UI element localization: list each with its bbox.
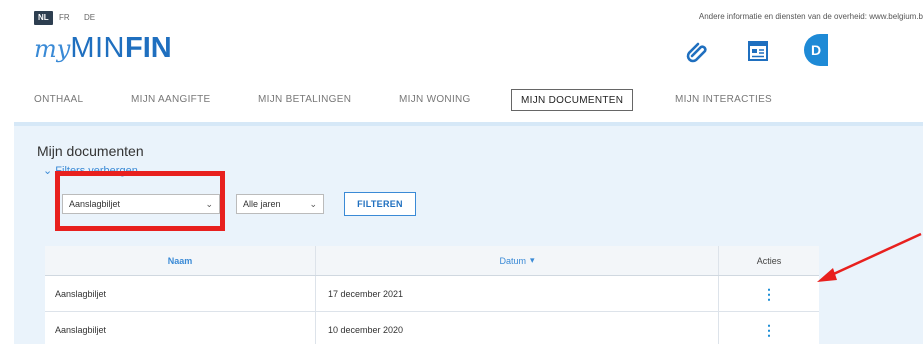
government-info-link[interactable]: Andere informatie en diensten van de ove… bbox=[699, 12, 923, 21]
logo-part1: MIN bbox=[70, 32, 125, 64]
top-bar: NL FR DE Andere informatie en diensten v… bbox=[0, 0, 923, 28]
nav-mijn-aangifte[interactable]: MIJN AANGIFTE bbox=[131, 89, 210, 111]
profile-icon[interactable]: D bbox=[804, 34, 828, 66]
kebab-menu-icon[interactable]: ⋮ bbox=[762, 323, 776, 337]
myminfin-logo[interactable]: myMINFIN bbox=[34, 32, 172, 65]
header: myMINFIN D bbox=[0, 28, 923, 78]
highlight-annotation bbox=[55, 171, 225, 231]
column-header-date[interactable]: Datum ▾ bbox=[315, 246, 718, 275]
filter-button[interactable]: FILTEREN bbox=[344, 192, 416, 216]
page-title: Mijn documenten bbox=[37, 143, 144, 159]
logo-prefix: my bbox=[34, 35, 71, 63]
document-name[interactable]: Aanslagbiljet bbox=[45, 312, 315, 344]
table-row: Aanslagbiljet 17 december 2021 ⋮ bbox=[45, 276, 819, 312]
documents-table: Naam Datum ▾ Acties Aanslagbiljet 17 dec… bbox=[45, 246, 819, 344]
table-row: Aanslagbiljet 10 december 2020 ⋮ bbox=[45, 312, 819, 344]
column-header-date-label: Datum bbox=[499, 255, 526, 266]
chevron-down-icon: ⌄ bbox=[309, 199, 317, 209]
nav-mijn-interacties[interactable]: MIJN INTERACTIES bbox=[675, 89, 772, 111]
paperclip-icon[interactable] bbox=[683, 37, 711, 65]
documents-panel: Mijn documenten ⌄ Filters verbergen Aans… bbox=[14, 122, 923, 344]
language-fr[interactable]: FR bbox=[59, 11, 70, 25]
document-date: 10 december 2020 bbox=[315, 312, 718, 344]
row-actions: ⋮ bbox=[718, 312, 819, 344]
kebab-menu-icon[interactable]: ⋮ bbox=[762, 287, 776, 301]
document-icon[interactable] bbox=[744, 37, 772, 65]
year-value: Alle jaren bbox=[243, 199, 281, 209]
nav-onthaal[interactable]: ONTHAAL bbox=[34, 89, 83, 111]
language-de[interactable]: DE bbox=[84, 11, 95, 25]
table-header: Naam Datum ▾ Acties bbox=[45, 246, 819, 276]
nav-mijn-woning[interactable]: MIJN WONING bbox=[399, 89, 471, 111]
nav-mijn-betalingen[interactable]: MIJN BETALINGEN bbox=[258, 89, 351, 111]
logo-part2: FIN bbox=[125, 32, 172, 64]
nav-mijn-documenten[interactable]: MIJN DOCUMENTEN bbox=[511, 89, 634, 111]
chevron-down-icon: ⌄ bbox=[43, 165, 53, 177]
column-header-actions: Acties bbox=[718, 246, 819, 275]
arrow-annotation bbox=[817, 232, 922, 282]
document-name[interactable]: Aanslagbiljet bbox=[45, 276, 315, 311]
language-nl[interactable]: NL bbox=[34, 11, 53, 25]
year-select[interactable]: Alle jaren ⌄ bbox=[236, 194, 324, 214]
column-header-name[interactable]: Naam bbox=[45, 246, 315, 275]
document-date: 17 december 2021 bbox=[315, 276, 718, 311]
main-navigation: ONTHAAL MIJN AANGIFTE MIJN BETALINGEN MI… bbox=[0, 84, 923, 114]
row-actions: ⋮ bbox=[718, 276, 819, 311]
sort-desc-icon: ▾ bbox=[529, 255, 535, 265]
